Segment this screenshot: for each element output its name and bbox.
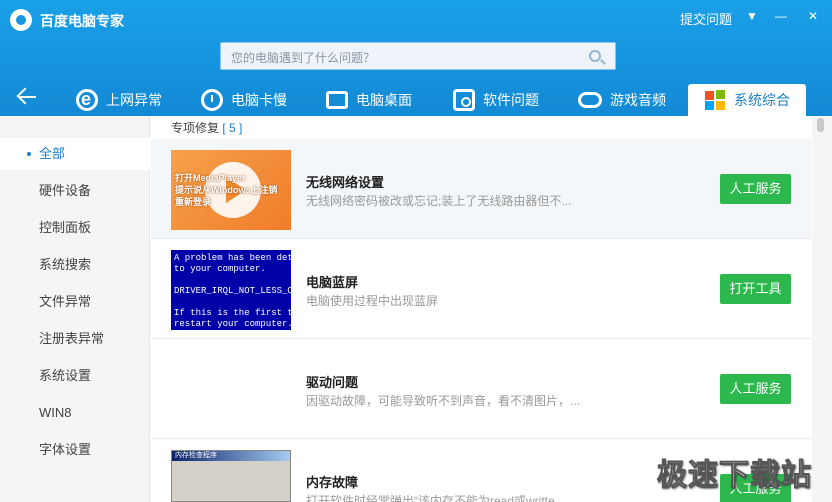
sidebar-item-all[interactable]: 全部 (0, 138, 151, 170)
sidebar-item-win8[interactable]: WIN8 (0, 397, 150, 429)
sidebar-item-label: 系统设置 (39, 368, 92, 383)
section-title-text: 专项修复 (171, 121, 220, 135)
submit-question-link[interactable]: 提交问题 (680, 9, 732, 28)
item-title: 无线网络设置 (306, 175, 385, 190)
category-sidebar: 全部 硬件设备 控制面板 系统搜索 文件异常 注册表异常 系统设置 WIN8 字… (0, 116, 151, 502)
section-title: 专项修复 [ 5 ] (171, 119, 242, 136)
sidebar-item-label: 全部 (39, 146, 66, 161)
search-input[interactable]: 您的电脑遇到了什么问题？ (220, 42, 616, 70)
memory-check-thumbnail: 内存检查程序 (171, 450, 291, 502)
tab-slow-pc[interactable]: 电脑卡慢 (201, 84, 287, 116)
bluescreen-thumbnail: A problem has been dete to your computer… (171, 250, 291, 330)
item-title: 内存故障 (306, 475, 359, 490)
tab-system[interactable]: 系统综合 (688, 84, 806, 116)
tab-desktop[interactable]: 电脑桌面 (326, 84, 412, 116)
sidebar-item-label: 字体设置 (39, 442, 92, 457)
manual-service-button[interactable]: 人工服务 (720, 174, 791, 204)
sidebar-item-system-settings[interactable]: 系统设置 (0, 360, 150, 392)
scrollbar-thumb[interactable] (817, 118, 824, 132)
app-logo-icon (10, 9, 32, 31)
sidebar-item-registry[interactable]: 注册表异常 (0, 323, 150, 355)
open-tool-button[interactable]: 打开工具 (720, 274, 791, 304)
mediaplayer-thumbnail: 打开MediaPlayer 提示说从Windows上注销 重新登录 (171, 150, 291, 230)
tab-label: 电脑卡慢 (231, 92, 287, 108)
sidebar-item-label: 系统搜索 (39, 257, 92, 272)
tab-software[interactable]: 软件问题 (453, 84, 539, 116)
item-description: 打开软件时经常弹出“该内存不能为read或writte (306, 494, 555, 502)
menu-dropdown-icon[interactable]: ▼ (743, 8, 761, 24)
tab-label: 电脑桌面 (356, 92, 412, 108)
sidebar-item-label: 注册表异常 (39, 331, 105, 346)
thumbnail-line (172, 461, 290, 471)
active-dot-icon (27, 152, 31, 156)
search-placeholder: 您的电脑遇到了什么问题？ (231, 51, 376, 65)
sidebar-item-font-settings[interactable]: 字体设置 (0, 434, 150, 466)
thumbnail-caption: 打开MediaPlayer 提示说从Windows上注销 重新登录 (175, 173, 278, 207)
search-icon[interactable] (589, 50, 601, 62)
sidebar-item-file-error[interactable]: 文件异常 (0, 286, 150, 318)
sidebar-item-label: WIN8 (39, 405, 72, 420)
sidebar-item-system-search[interactable]: 系统搜索 (0, 249, 150, 281)
manual-service-button[interactable]: 人工服务 (720, 374, 791, 404)
thumbnail-line (172, 471, 290, 481)
sidebar-item-label: 控制面板 (39, 220, 92, 235)
tab-label: 系统综合 (734, 92, 790, 108)
list-item[interactable]: 打开MediaPlayer 提示说从Windows上注销 重新登录 无线网络设置… (151, 139, 811, 239)
tab-internet[interactable]: 上网异常 (76, 84, 162, 116)
back-arrow-icon[interactable] (16, 86, 38, 108)
tab-label: 游戏音频 (610, 92, 666, 108)
tab-game-audio[interactable]: 游戏音频 (578, 84, 666, 116)
tab-label: 软件问题 (483, 92, 539, 108)
sidebar-item-control-panel[interactable]: 控制面板 (0, 212, 150, 244)
sidebar-item-hardware[interactable]: 硬件设备 (0, 175, 150, 207)
section-count: [ 5 ] (222, 121, 243, 135)
windows-icon (704, 89, 726, 111)
ie-icon (76, 89, 98, 111)
close-icon[interactable]: ✕ (804, 8, 822, 24)
software-icon (453, 89, 475, 111)
item-description: 无线网络密码被改或忘记;装上了无线路由器但不... (306, 194, 572, 208)
item-description: 电脑使用过程中出现蓝屏 (306, 294, 439, 308)
item-title: 电脑蓝屏 (306, 275, 359, 290)
monitor-icon (326, 91, 348, 109)
app-title: 百度电脑专家 (40, 13, 124, 29)
item-description: 因驱动故障，可能导致听不到声音，看不清图片，... (306, 394, 581, 408)
watermark: 极速下载站 (657, 459, 812, 493)
list-item[interactable]: 驱动问题 因驱动故障，可能导致听不到声音，看不清图片，... 人工服务 (151, 339, 811, 439)
gamepad-icon (578, 92, 602, 108)
clock-icon (201, 89, 223, 111)
sidebar-item-label: 硬件设备 (39, 183, 92, 198)
item-title: 驱动问题 (306, 375, 359, 390)
minimize-icon[interactable]: — (772, 8, 790, 24)
sidebar-item-label: 文件异常 (39, 294, 92, 309)
thumbnail-titlebar: 内存检查程序 (172, 451, 290, 461)
title-bar: 百度电脑专家 提交问题 ▼ — ✕ 您的电脑遇到了什么问题？ 上网异常 电脑卡慢… (0, 0, 832, 116)
tab-label: 上网异常 (106, 92, 162, 108)
scrollbar-track[interactable] (812, 116, 832, 502)
list-item[interactable]: A problem has been dete to your computer… (151, 239, 811, 339)
